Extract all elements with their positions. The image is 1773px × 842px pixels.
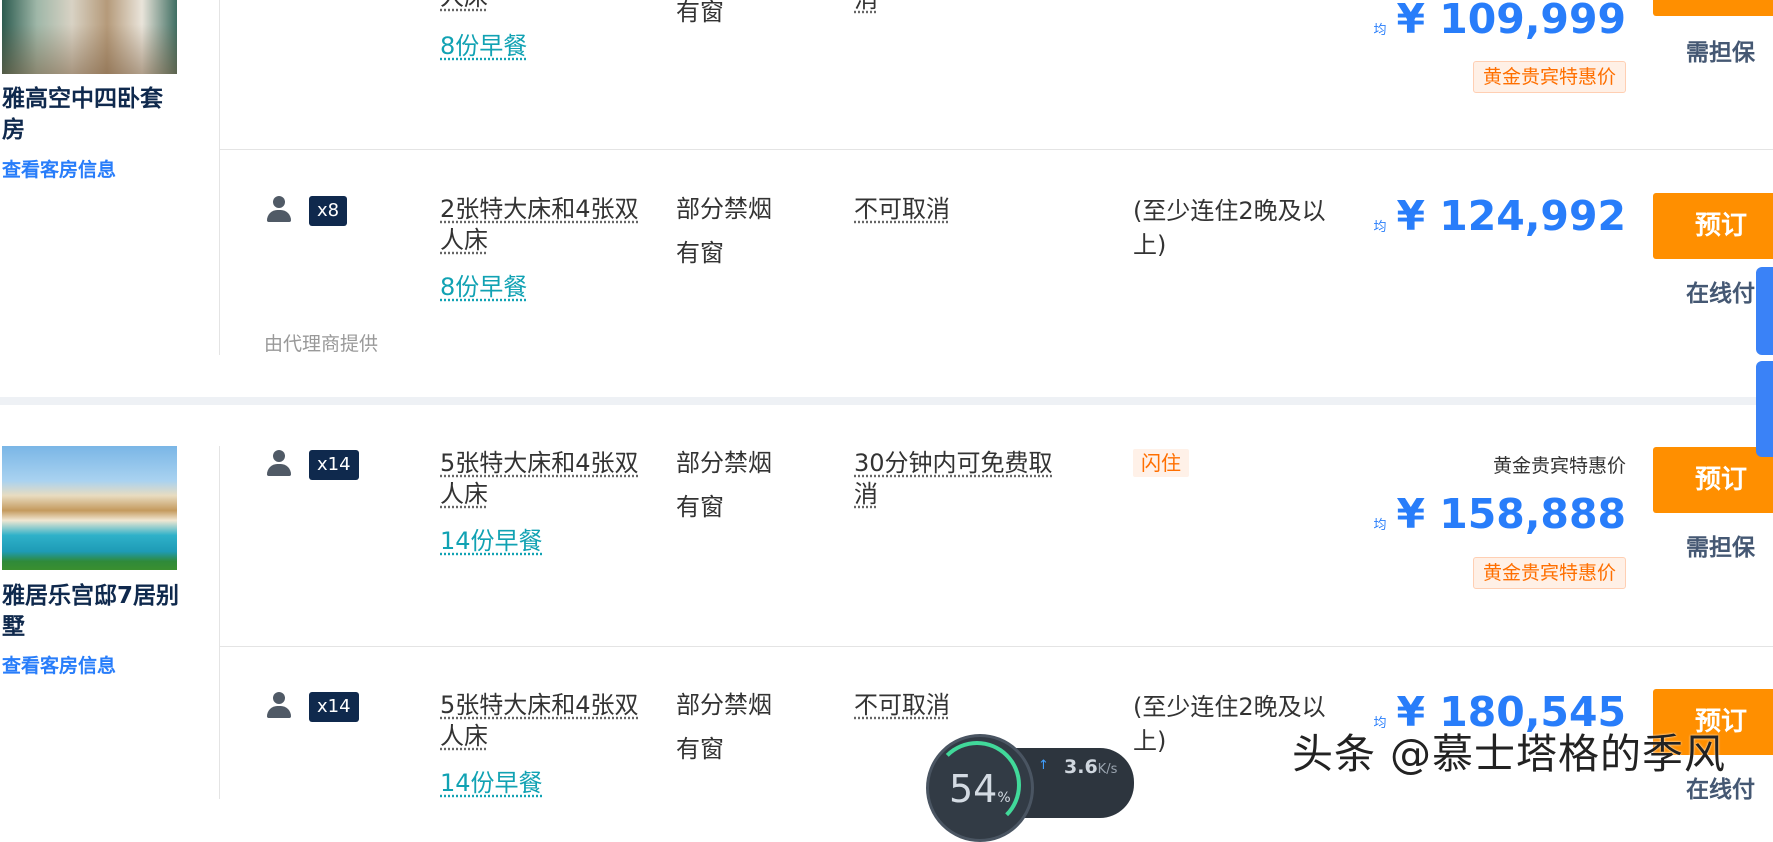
book-button[interactable]: 预订	[1653, 193, 1773, 259]
agent-note: 由代理商提供	[264, 333, 379, 355]
price: 均 ¥ 158,888	[1373, 490, 1626, 538]
upload-rate-unit: K/s	[1097, 762, 1118, 777]
guest-count-badge: x14	[309, 450, 359, 480]
room-photo-sky-suite[interactable]	[2, 0, 177, 74]
column-divider	[219, 150, 220, 355]
room-separator	[0, 397, 1773, 405]
price-amount: ¥ 109,999	[1396, 0, 1626, 43]
flash-stay-tag: 闪住	[1133, 449, 1189, 477]
breakfast-info[interactable]: 8份早餐	[440, 26, 527, 61]
guest-count-badge: x8	[309, 196, 348, 226]
view-room-info-link[interactable]: 查看客房信息	[2, 651, 116, 678]
upload-rate: 3.6K/s	[1064, 756, 1117, 778]
smoking-info: 部分禁烟	[676, 449, 772, 477]
speed-percent-value: 54	[949, 767, 998, 811]
room-name: 雅居乐宫邸7居别墅	[2, 583, 180, 640]
speed-percent: 54%	[949, 767, 1011, 811]
smoking-info: 部分禁烟	[676, 691, 772, 719]
room-photo-villa[interactable]	[2, 446, 177, 570]
room-name: 雅高空中四卧套房	[2, 86, 163, 143]
vip-price-badge: 黄金贵宾特惠价	[1472, 557, 1626, 589]
cancel-policy[interactable]: 消	[854, 0, 1074, 15]
floating-side-tab[interactable]	[1756, 267, 1773, 355]
breakfast-info[interactable]: 14份早餐	[440, 763, 543, 798]
window-info: 有窗	[676, 493, 724, 521]
stay-requirement: (至少连住2晚及以上)	[1133, 197, 1326, 259]
upload-rate-value: 3.6	[1064, 756, 1098, 778]
person-icon	[266, 450, 292, 478]
payment-type: 需担保	[1686, 535, 1755, 561]
person-icon	[266, 196, 292, 224]
bed-type[interactable]: 5张特大床和4张双人床	[440, 448, 655, 510]
bed-type[interactable]: 人床	[440, 0, 655, 13]
view-room-info-link[interactable]: 查看客房信息	[2, 155, 116, 182]
breakfast-info[interactable]: 8份早餐	[440, 267, 527, 302]
guest-count-badge: x14	[309, 692, 359, 722]
upload-arrow-icon: ↑	[1038, 758, 1049, 773]
avg-label: 均	[1373, 518, 1387, 533]
avg-label: 均	[1373, 220, 1387, 235]
column-divider	[219, 446, 220, 799]
row-divider	[220, 646, 1773, 647]
cancel-policy[interactable]: 不可取消	[854, 690, 1074, 721]
column-divider	[219, 0, 220, 150]
window-info: 有窗	[676, 735, 724, 763]
cancel-policy[interactable]: 不可取消	[854, 194, 1074, 225]
cancel-policy[interactable]: 30分钟内可免费取消	[854, 448, 1074, 510]
bed-type[interactable]: 2张特大床和4张双人床	[440, 194, 655, 256]
speed-percent-unit: %	[997, 790, 1011, 806]
vip-price-label: 黄金贵宾特惠价	[1492, 455, 1626, 477]
price: 均 ¥ 124,992	[1373, 192, 1626, 240]
breakfast-info[interactable]: 14份早餐	[440, 521, 543, 556]
row-divider	[220, 149, 1773, 150]
person-icon	[266, 692, 292, 720]
bed-type[interactable]: 5张特大床和4张双人床	[440, 690, 655, 752]
floating-side-tab[interactable]	[1756, 361, 1773, 457]
speed-ball-widget[interactable]: 54%	[926, 734, 1034, 842]
price: 均 ¥ 109,999	[1373, 0, 1626, 43]
window-info: 有窗	[676, 0, 724, 26]
payment-type: 在线付	[1686, 281, 1755, 307]
price-amount: ¥ 158,888	[1396, 490, 1626, 538]
avg-label: 均	[1373, 23, 1387, 38]
book-button[interactable]: 预订	[1653, 447, 1773, 513]
vip-price-badge: 黄金贵宾特惠价	[1472, 61, 1626, 93]
watermark-text: 头条 @慕士塔格的季风	[1292, 730, 1727, 778]
book-button[interactable]	[1653, 0, 1773, 16]
smoking-info: 部分禁烟	[676, 195, 772, 223]
window-info: 有窗	[676, 239, 724, 267]
payment-type: 需担保	[1686, 40, 1755, 66]
price-amount: ¥ 124,992	[1396, 192, 1626, 240]
